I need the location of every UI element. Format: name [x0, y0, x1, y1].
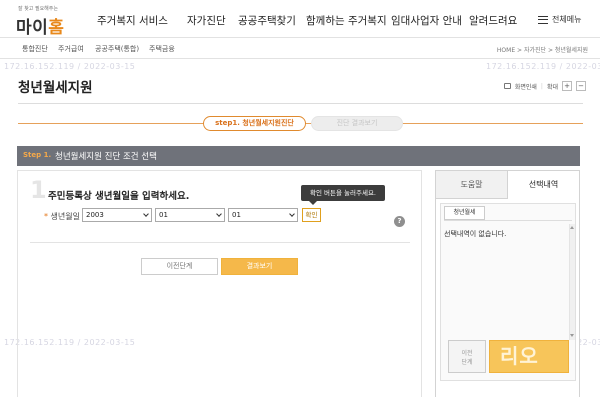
side-scrollbar[interactable] — [569, 224, 575, 340]
nav-together-housing-welfare[interactable]: 함께하는 주거복지 — [306, 13, 387, 28]
logo-text: 마이홈 — [16, 18, 65, 38]
step-number: Step 1. — [23, 151, 52, 159]
title-divider — [18, 103, 583, 104]
question-text: 주민등록상 생년월일을 입력하세요. — [48, 191, 190, 202]
nav-self-diagnosis[interactable]: 자가진단 — [187, 13, 226, 28]
diagnosis-form-panel — [17, 170, 422, 397]
watermark: 172.16.152.119 / 2022-03-15 — [486, 62, 600, 71]
question-number: 1 — [30, 176, 47, 204]
scroll-up-icon[interactable] — [570, 226, 574, 229]
confirm-tooltip: 확인 버튼을 눌러주세요. — [301, 185, 385, 205]
subnav-housing-benefit[interactable]: 주거급여 — [58, 44, 84, 54]
tools-separator: | — [540, 82, 543, 90]
top-navigation: 잘 찾고 필요해주는 마이홈 주거복지 서비스 자가진단 공공주택찾기 함께하는… — [0, 0, 600, 38]
logo-tagline: 잘 찾고 필요해주는 — [18, 6, 58, 12]
full-menu-label: 전체메뉴 — [552, 15, 582, 24]
scroll-down-icon[interactable] — [570, 334, 574, 337]
step-title: 청년월세지원 진단 조건 선택 — [55, 152, 157, 162]
page-tools: 화면인쇄 | 확대 + − — [503, 81, 586, 91]
zoom-out-button[interactable]: − — [576, 81, 586, 91]
tab-help[interactable]: 도움말 — [436, 171, 508, 199]
side-prev-step-button[interactable]: 이전 단계 — [448, 340, 486, 373]
step1-indicator: step1. 청년월세지원진단 — [203, 116, 306, 131]
birth-month-select[interactable]: 01 — [155, 208, 225, 222]
site-logo[interactable]: 잘 찾고 필요해주는 마이홈 — [14, 5, 84, 38]
print-icon — [503, 83, 511, 89]
mini-tab-divider — [444, 220, 572, 221]
hamburger-icon — [538, 15, 548, 24]
view-result-button[interactable]: 결과보기 — [221, 258, 298, 275]
birth-day-value: 01 — [232, 211, 241, 219]
nav-public-housing-search[interactable]: 공공주택찾기 — [238, 13, 296, 28]
tab-youth-rent[interactable]: 청년월세 — [444, 206, 485, 220]
birth-day-select[interactable]: 01 — [228, 208, 298, 222]
zoom-in-button[interactable]: + — [562, 81, 572, 91]
side-prev-step-label: 이전 단계 — [461, 350, 473, 366]
sub-navigation: 통합진단 주거급여 공공주택(통합) 주택금융 HOME > 자가진단 > 청년… — [0, 38, 600, 59]
side-next-overlay-text: 리오 — [500, 344, 539, 368]
birth-year-select[interactable]: 2003 — [82, 208, 152, 222]
form-divider — [30, 242, 410, 243]
full-menu-button[interactable]: 전체메뉴 — [538, 14, 581, 25]
nav-notices[interactable]: 알려드려요 — [469, 13, 517, 28]
chevron-down-icon — [216, 211, 222, 217]
zoom-label: 확대 — [546, 83, 558, 91]
tab-selection-history[interactable]: 선택내역 — [508, 171, 579, 199]
help-icon[interactable]: ? — [394, 216, 405, 227]
breadcrumb: HOME > 자가진단 > 청년월세지원 — [496, 47, 588, 54]
page-title: 청년월세지원 — [18, 80, 93, 96]
print-button[interactable]: 화면인쇄 — [515, 82, 537, 91]
subnav-integrated-diagnosis[interactable]: 통합진단 — [22, 44, 48, 54]
birth-year-value: 2003 — [86, 211, 104, 219]
birth-month-value: 01 — [159, 211, 168, 219]
empty-selection-message: 선택내역이 없습니다. — [444, 230, 507, 238]
chevron-down-icon — [289, 211, 295, 217]
prev-step-button[interactable]: 이전단계 — [141, 258, 218, 275]
nav-housing-welfare-service[interactable]: 주거복지 서비스 — [97, 13, 168, 28]
watermark: 172.16.152.119 / 2022-03-15 — [4, 62, 136, 71]
step2-indicator: 진단 결과보기 — [311, 116, 403, 131]
subnav-public-housing[interactable]: 공공주택(통합) — [95, 44, 139, 54]
step-header-bar: Step 1. 청년월세지원 진단 조건 선택 — [17, 146, 580, 166]
nav-rental-business-guide[interactable]: 임대사업자 안내 — [391, 13, 462, 28]
confirm-button[interactable]: 확인 — [302, 208, 321, 222]
birthdate-label: * 생년월일 — [44, 212, 80, 221]
subnav-housing-finance[interactable]: 주택금융 — [149, 44, 175, 54]
chevron-down-icon — [143, 211, 149, 217]
